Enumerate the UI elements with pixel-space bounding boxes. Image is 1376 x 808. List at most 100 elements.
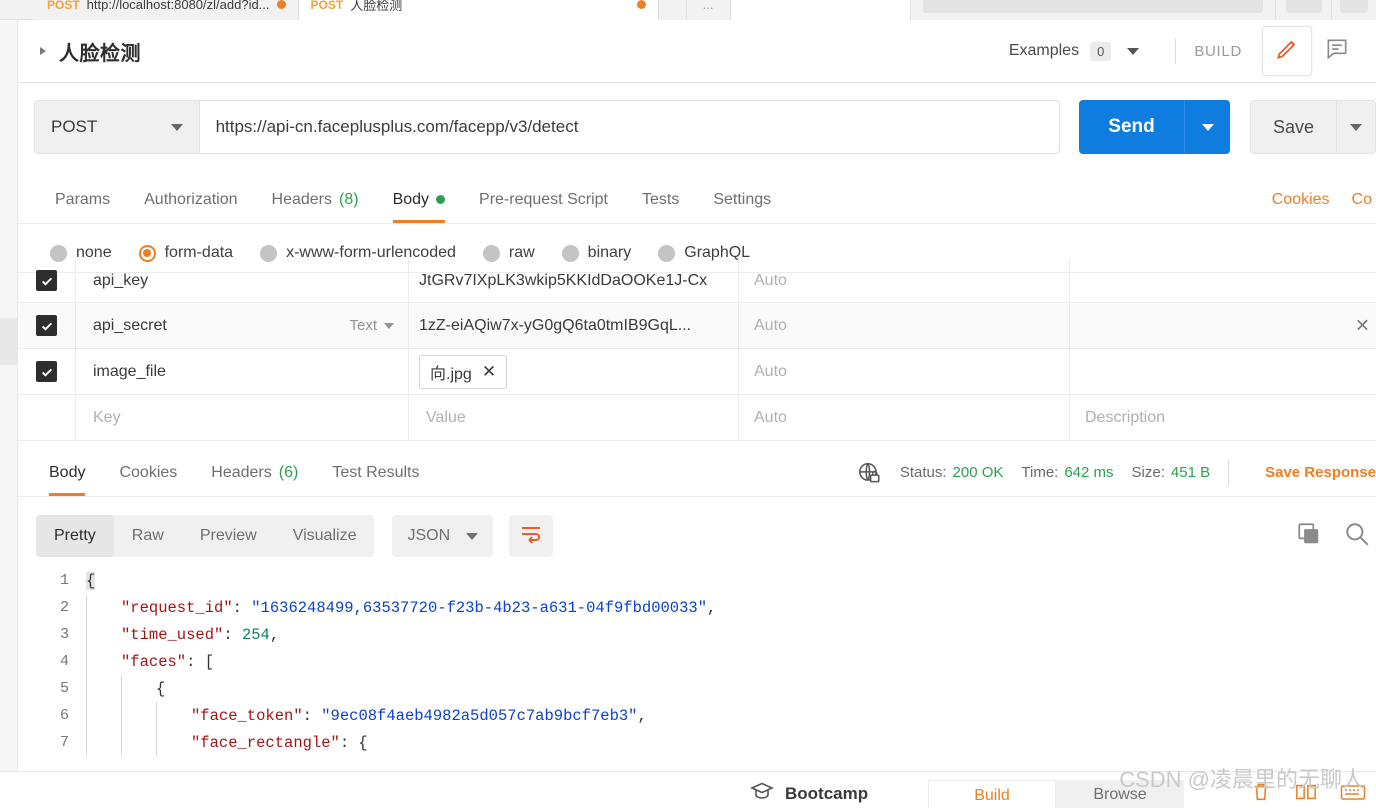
url-input[interactable]: https://api-cn.faceplusplus.com/facepp/v…: [199, 100, 1061, 154]
tab-pre-request-script[interactable]: Pre-request Script: [462, 176, 625, 223]
request-tab-2[interactable]: POST 人脸检测: [298, 0, 659, 20]
response-tab-cookies[interactable]: Cookies: [102, 449, 194, 496]
bootcamp-button[interactable]: Bootcamp: [750, 781, 868, 806]
remove-file-icon[interactable]: ✕: [482, 362, 496, 382]
tab-body-label: Body: [392, 190, 430, 208]
save-response-button[interactable]: Save Response: [1265, 464, 1376, 481]
tab-authorization-label: Authorization: [144, 190, 238, 208]
examples-chevron-down-icon[interactable]: [1127, 47, 1140, 55]
row-key-input[interactable]: image_file: [76, 349, 409, 394]
response-tab-test-results[interactable]: Test Results: [315, 449, 436, 496]
url-bar-row: POST https://api-cn.faceplusplus.com/fac…: [18, 96, 1376, 158]
new-row-value-input[interactable]: Value: [409, 395, 739, 440]
unsaved-dot-icon: [276, 0, 286, 9]
settings-button[interactable]: [1340, 0, 1368, 13]
tab-body[interactable]: Body: [376, 176, 462, 223]
tab-pre-request-script-label: Pre-request Script: [479, 190, 608, 208]
request-title: 人脸检测: [59, 42, 141, 65]
response-format-selector[interactable]: JSON: [392, 515, 494, 557]
tab-params[interactable]: Params: [38, 176, 127, 223]
row-key-value: image_file: [93, 362, 166, 380]
row-description-input[interactable]: [1070, 259, 1376, 302]
row-description-input[interactable]: [1070, 349, 1376, 394]
row-file-cell[interactable]: 向.jpg ✕: [409, 349, 739, 394]
json-line-content: "time_used": 254,: [121, 625, 280, 644]
tab-tests[interactable]: Tests: [625, 176, 696, 223]
left-rail: [0, 20, 18, 808]
file-chip[interactable]: 向.jpg ✕: [419, 354, 508, 389]
comments-button[interactable]: [1312, 26, 1362, 76]
json-line: 2 "request_id": "1636248499,63537720-f23b…: [18, 594, 1376, 621]
row-content-type-input[interactable]: Auto: [739, 349, 1070, 394]
view-mode-pretty[interactable]: Pretty: [36, 515, 114, 557]
send-button[interactable]: Send: [1079, 100, 1185, 154]
two-pane-icon[interactable]: [1294, 781, 1318, 808]
tab-headers[interactable]: Headers (8): [255, 176, 376, 223]
build-toggle-button[interactable]: Build: [928, 780, 1056, 808]
json-line-number: 2: [59, 599, 69, 616]
row-enabled-checkbox[interactable]: [36, 270, 57, 291]
row-key-value: api_key: [93, 271, 149, 289]
row-key-value: api_secret: [93, 316, 167, 334]
copy-response-button[interactable]: [1296, 521, 1322, 552]
row-content-type-input[interactable]: Auto: [739, 259, 1070, 302]
json-line: 6 "face_token": "9ec08f4aeb4982a5d057c7ab…: [18, 702, 1376, 729]
row-type-selector[interactable]: Text: [349, 317, 394, 334]
response-tab-body[interactable]: Body: [32, 449, 102, 496]
response-viewer-toolbar: Pretty Raw Preview Visualize JSON: [18, 505, 1376, 567]
view-mode-raw[interactable]: Raw: [114, 515, 182, 557]
row-value-input[interactable]: JtGRv7IXpLK3wkip5KKIdDaOOKe1J-Cx: [409, 259, 739, 302]
row-key-input[interactable]: api_secret Text: [76, 303, 409, 348]
row-description-input[interactable]: ✕: [1070, 303, 1376, 348]
code-link[interactable]: Co: [1352, 191, 1372, 209]
tab-overflow-button[interactable]: ...: [686, 0, 731, 20]
search-response-button[interactable]: [1344, 521, 1370, 552]
response-section-tabs: Body Cookies Headers (6) Test Results St…: [18, 449, 1376, 497]
json-line-number: 4: [59, 653, 69, 670]
trash-icon[interactable]: [1250, 781, 1272, 808]
row-enabled-checkbox[interactable]: [36, 361, 57, 382]
request-tab-1[interactable]: POST http://localhost:8080/zl/add?id...: [35, 0, 299, 20]
table-row: image_file 向.jpg ✕ Auto: [18, 349, 1376, 395]
row-content-type-input[interactable]: Auto: [739, 303, 1070, 348]
row-enabled-checkbox[interactable]: [36, 315, 57, 336]
new-row-key-input[interactable]: Key: [76, 395, 409, 440]
pencil-icon: [1274, 36, 1300, 67]
build-browse-toggle: Build Browse: [928, 780, 1184, 808]
tab-authorization[interactable]: Authorization: [127, 176, 254, 223]
wrap-lines-button[interactable]: [509, 515, 554, 557]
new-tab-button[interactable]: [658, 0, 687, 20]
row-value-text: JtGRv7IXpLK3wkip5KKIdDaOOKe1J-Cx: [419, 271, 708, 289]
new-row-description-input[interactable]: Description: [1070, 395, 1376, 440]
browse-toggle-button[interactable]: Browse: [1056, 780, 1184, 808]
row-key-input[interactable]: api_key: [76, 259, 409, 302]
status-bar-icons: [1250, 781, 1366, 808]
save-options-button[interactable]: [1335, 100, 1376, 154]
sidebar-resize-handle[interactable]: [0, 318, 18, 365]
json-line-content: "face_token": "9ec08f4aeb4982a5d057c7ab9…: [191, 706, 647, 725]
divider: [1228, 459, 1230, 486]
keyboard-icon[interactable]: [1340, 782, 1366, 807]
save-button[interactable]: Save: [1250, 100, 1336, 154]
response-tab-headers[interactable]: Headers (6): [194, 449, 315, 496]
new-row-content-type-input[interactable]: Auto: [739, 395, 1070, 440]
view-mode-preview[interactable]: Preview: [182, 515, 275, 557]
http-method-selector[interactable]: POST: [34, 100, 200, 154]
environment-quicklook-button[interactable]: [1285, 0, 1322, 13]
json-line-number: 3: [59, 626, 69, 643]
chevron-down-icon: [1201, 123, 1214, 131]
comment-icon: [1324, 36, 1350, 67]
cookies-link[interactable]: Cookies: [1272, 191, 1330, 209]
response-body-json[interactable]: 1{2 "request_id": "1636248499,63537720-f2…: [18, 567, 1376, 770]
row-value-input[interactable]: 1zZ-eiAQiw7x-yG0gQ6ta0tmIB9GqL...: [409, 303, 739, 348]
postman-app-window: POST http://localhost:8080/zl/add?id... …: [0, 0, 1376, 808]
tab-settings[interactable]: Settings: [696, 176, 788, 223]
environment-selector[interactable]: [922, 0, 1263, 13]
send-options-button[interactable]: [1184, 100, 1231, 154]
globe-lock-icon[interactable]: [856, 460, 882, 486]
collapse-chevron-icon[interactable]: [40, 47, 46, 55]
edit-request-button[interactable]: [1262, 26, 1312, 76]
json-line: 4 "faces": [: [18, 648, 1376, 675]
view-mode-visualize[interactable]: Visualize: [275, 515, 375, 557]
delete-row-icon[interactable]: ✕: [1355, 315, 1370, 336]
